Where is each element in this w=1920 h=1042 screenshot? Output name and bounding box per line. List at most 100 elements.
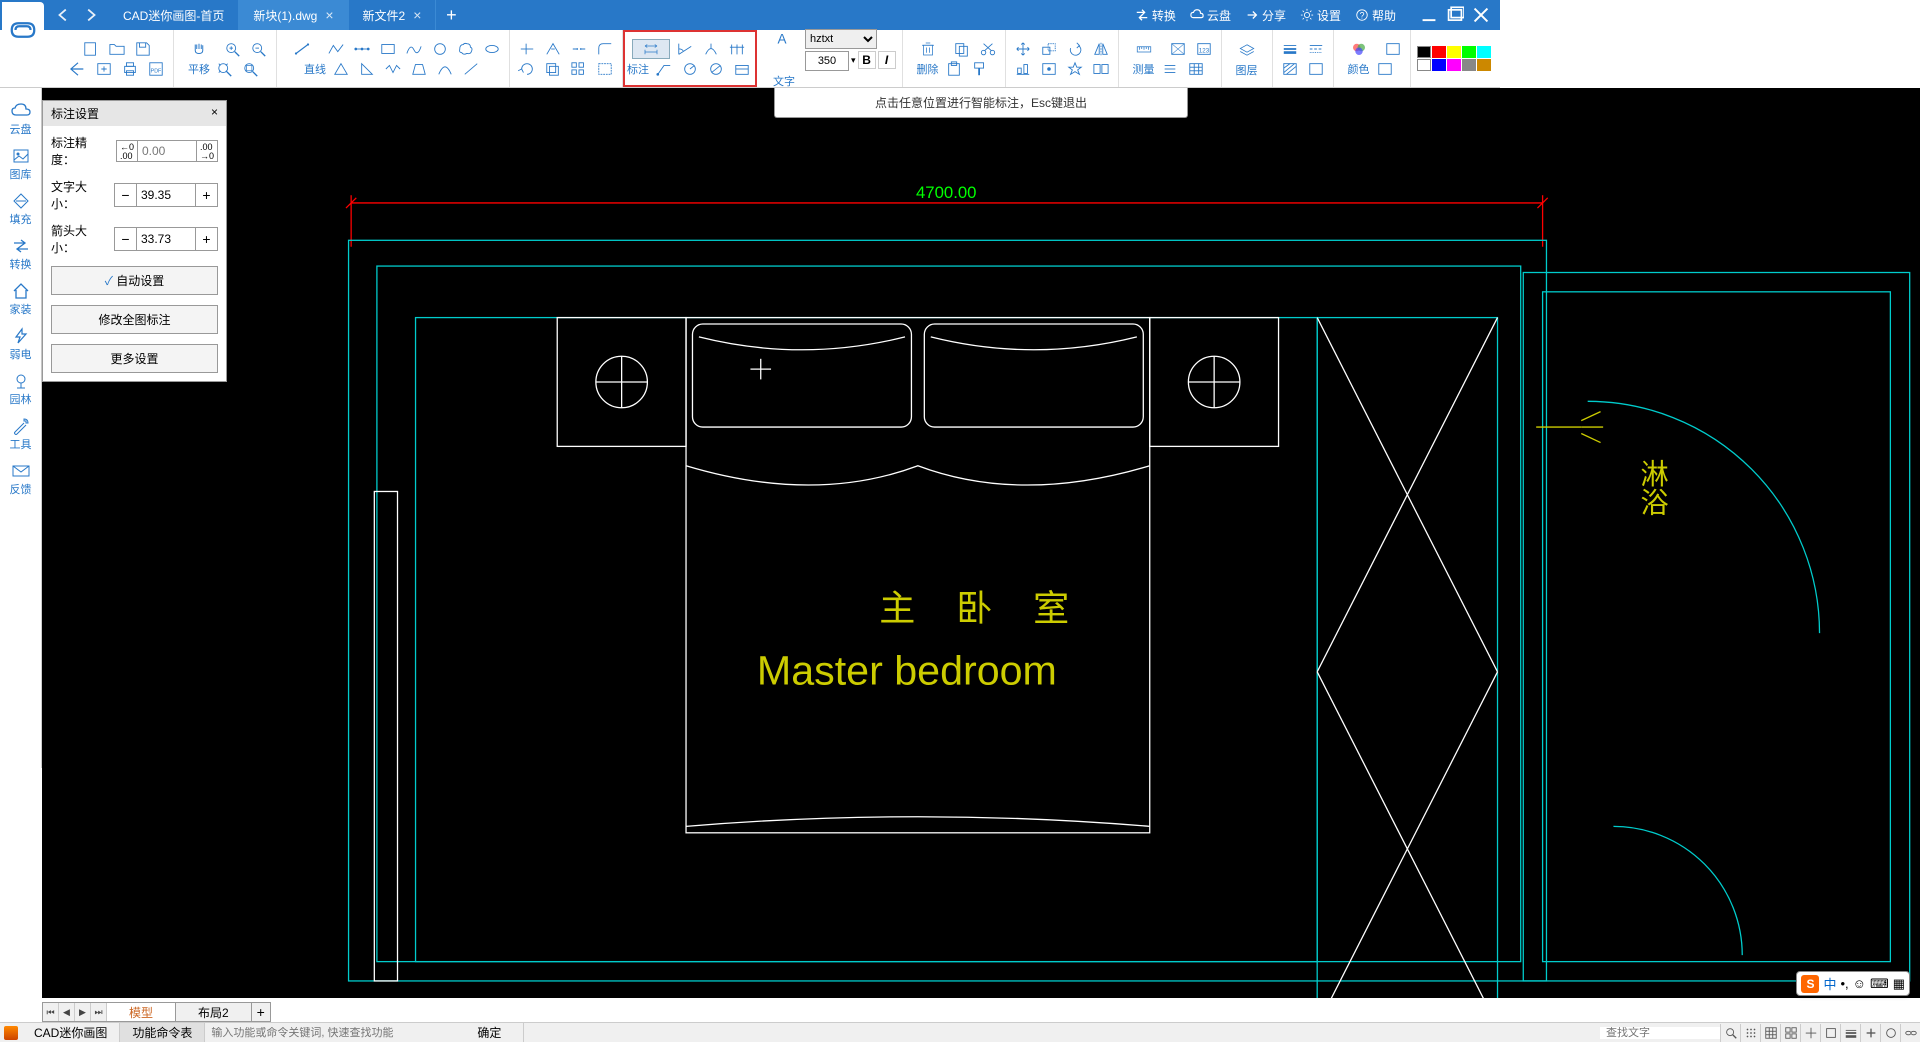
export-icon[interactable] bbox=[93, 59, 115, 79]
array-icon[interactable] bbox=[568, 59, 590, 79]
zigzag-icon[interactable] bbox=[382, 59, 404, 79]
minimize-button[interactable] bbox=[1420, 6, 1438, 24]
pan-icon[interactable] bbox=[180, 39, 218, 59]
dock-tools[interactable]: 工具 bbox=[1, 413, 41, 456]
dock-library[interactable]: 图库 bbox=[1, 143, 41, 186]
trim-icon[interactable] bbox=[516, 39, 538, 59]
ime-toolbar[interactable]: S 中 •, ☺ ⌨ ▦ bbox=[1796, 971, 1910, 996]
dim-radius-icon[interactable] bbox=[679, 59, 701, 79]
rectangle-icon[interactable] bbox=[377, 39, 399, 59]
offset-icon[interactable] bbox=[542, 59, 564, 79]
help-button[interactable]: ?帮助 bbox=[1355, 7, 1396, 24]
zoom-out-icon[interactable] bbox=[248, 39, 270, 59]
italic-button[interactable]: I bbox=[878, 51, 896, 69]
tab-last-icon[interactable]: ⏭ bbox=[91, 1003, 107, 1021]
tab-prev-icon[interactable]: ◀ bbox=[59, 1003, 75, 1021]
ime-menu-icon[interactable]: ▦ bbox=[1893, 976, 1905, 992]
area-icon[interactable] bbox=[1167, 39, 1189, 59]
convert-button[interactable]: 转换 bbox=[1135, 7, 1176, 24]
dim-angular-icon[interactable] bbox=[674, 39, 696, 59]
align-icon[interactable] bbox=[1012, 59, 1034, 79]
app-name[interactable]: CAD迷你画图 bbox=[22, 1023, 120, 1042]
open-file-icon[interactable] bbox=[106, 39, 128, 59]
modify-all-button[interactable]: 修改全图标注 bbox=[51, 305, 218, 334]
auto-settings-button[interactable]: 自动设置 bbox=[51, 266, 218, 295]
rotate90-icon[interactable] bbox=[1064, 39, 1086, 59]
dock-feedback[interactable]: 反馈 bbox=[1, 458, 41, 501]
precision-decrease[interactable]: ←0.00 bbox=[116, 140, 138, 162]
dock-electric[interactable]: 弱电 bbox=[1, 323, 41, 366]
revcloud-icon[interactable] bbox=[455, 39, 477, 59]
more-settings-button[interactable]: 更多设置 bbox=[51, 344, 218, 373]
share-button[interactable]: 分享 bbox=[1245, 7, 1286, 24]
layer-icon[interactable] bbox=[1228, 40, 1266, 60]
lineweight-icon[interactable] bbox=[1279, 39, 1301, 59]
format-paint-icon[interactable] bbox=[969, 59, 991, 79]
color-swatches[interactable] bbox=[1417, 46, 1491, 71]
snap-grid-icon[interactable] bbox=[1740, 1024, 1760, 1042]
hatch-icon[interactable] bbox=[1279, 59, 1301, 79]
arrowsize-input[interactable] bbox=[137, 228, 195, 250]
new-file-icon[interactable] bbox=[80, 39, 102, 59]
rotate-icon[interactable] bbox=[516, 59, 538, 79]
extend-icon[interactable] bbox=[542, 39, 564, 59]
ime-lang[interactable]: 中 bbox=[1823, 974, 1836, 993]
zoom-window-icon[interactable] bbox=[240, 59, 262, 79]
tab-file-1[interactable]: 新块(1).dwg× bbox=[239, 0, 348, 30]
diagonal-icon[interactable] bbox=[460, 59, 482, 79]
color-icon[interactable] bbox=[1340, 39, 1378, 59]
command-input[interactable] bbox=[205, 1027, 435, 1039]
fontsize-decrease[interactable]: − bbox=[115, 184, 137, 206]
table-icon[interactable] bbox=[1185, 59, 1207, 79]
command-table-button[interactable]: 功能命令表 bbox=[120, 1023, 205, 1042]
text-icon[interactable]: A bbox=[763, 29, 801, 49]
font-select[interactable]: hztxt bbox=[805, 29, 877, 49]
arrowsize-decrease[interactable]: − bbox=[115, 228, 137, 250]
ok-button[interactable]: 确定 bbox=[455, 1023, 524, 1042]
cloud-button[interactable]: 云盘 bbox=[1190, 7, 1231, 24]
triangle-icon[interactable] bbox=[330, 59, 352, 79]
block-icon[interactable] bbox=[1038, 59, 1060, 79]
select-similar-icon[interactable] bbox=[594, 59, 616, 79]
ortho-icon[interactable] bbox=[1780, 1024, 1800, 1042]
circle-tool-icon[interactable] bbox=[1880, 1024, 1900, 1042]
bylayer-icon[interactable] bbox=[1382, 39, 1404, 59]
right-triangle-icon[interactable] bbox=[356, 59, 378, 79]
tab-first-icon[interactable]: ⏮ bbox=[43, 1003, 59, 1021]
linetype-icon[interactable] bbox=[1305, 39, 1327, 59]
fontsize-input[interactable] bbox=[137, 184, 195, 206]
dock-garden[interactable]: 园林 bbox=[1, 368, 41, 411]
settings-button[interactable]: 设置 bbox=[1300, 7, 1341, 24]
grid-icon[interactable] bbox=[1760, 1024, 1780, 1042]
arrowsize-increase[interactable]: + bbox=[195, 228, 217, 250]
add-layout-button[interactable]: + bbox=[252, 1004, 270, 1020]
measure-icon[interactable] bbox=[1125, 39, 1163, 59]
redo-icon[interactable] bbox=[81, 6, 99, 24]
count-icon[interactable]: 123 bbox=[1193, 39, 1215, 59]
copy-icon[interactable] bbox=[951, 39, 973, 59]
import-icon[interactable] bbox=[67, 59, 89, 79]
lineweight-toggle-icon[interactable] bbox=[1840, 1024, 1860, 1042]
find-text-input[interactable] bbox=[1600, 1027, 1720, 1039]
explode-icon[interactable] bbox=[1064, 59, 1086, 79]
undo-icon[interactable] bbox=[55, 6, 73, 24]
link-icon[interactable] bbox=[1900, 1024, 1920, 1042]
ime-punct-icon[interactable]: •, bbox=[1840, 976, 1848, 991]
polar-icon[interactable] bbox=[1820, 1024, 1840, 1042]
zoom-extents-icon[interactable] bbox=[214, 59, 236, 79]
move-icon[interactable] bbox=[1012, 39, 1034, 59]
tab-home[interactable]: CAD迷你画图-首页 bbox=[109, 0, 239, 30]
ime-keyboard-icon[interactable]: ⌨ bbox=[1870, 976, 1889, 992]
cut-icon[interactable] bbox=[977, 39, 999, 59]
ray-icon[interactable] bbox=[351, 39, 373, 59]
drawing-canvas[interactable]: 点击任意位置进行智能标注，Esc键退出 4700.00 bbox=[42, 88, 1920, 998]
dock-convert[interactable]: 转换 bbox=[1, 233, 41, 276]
close-icon[interactable]: × bbox=[325, 7, 333, 23]
model-tab[interactable]: 模型 bbox=[107, 1003, 176, 1021]
dock-home[interactable]: 家装 bbox=[1, 278, 41, 321]
line-icon[interactable] bbox=[283, 39, 321, 59]
add-icon[interactable] bbox=[1860, 1024, 1880, 1042]
circle-icon[interactable] bbox=[429, 39, 451, 59]
tab-file-2[interactable]: 新文件2× bbox=[349, 0, 437, 30]
dim-leader-icon[interactable] bbox=[653, 59, 675, 79]
